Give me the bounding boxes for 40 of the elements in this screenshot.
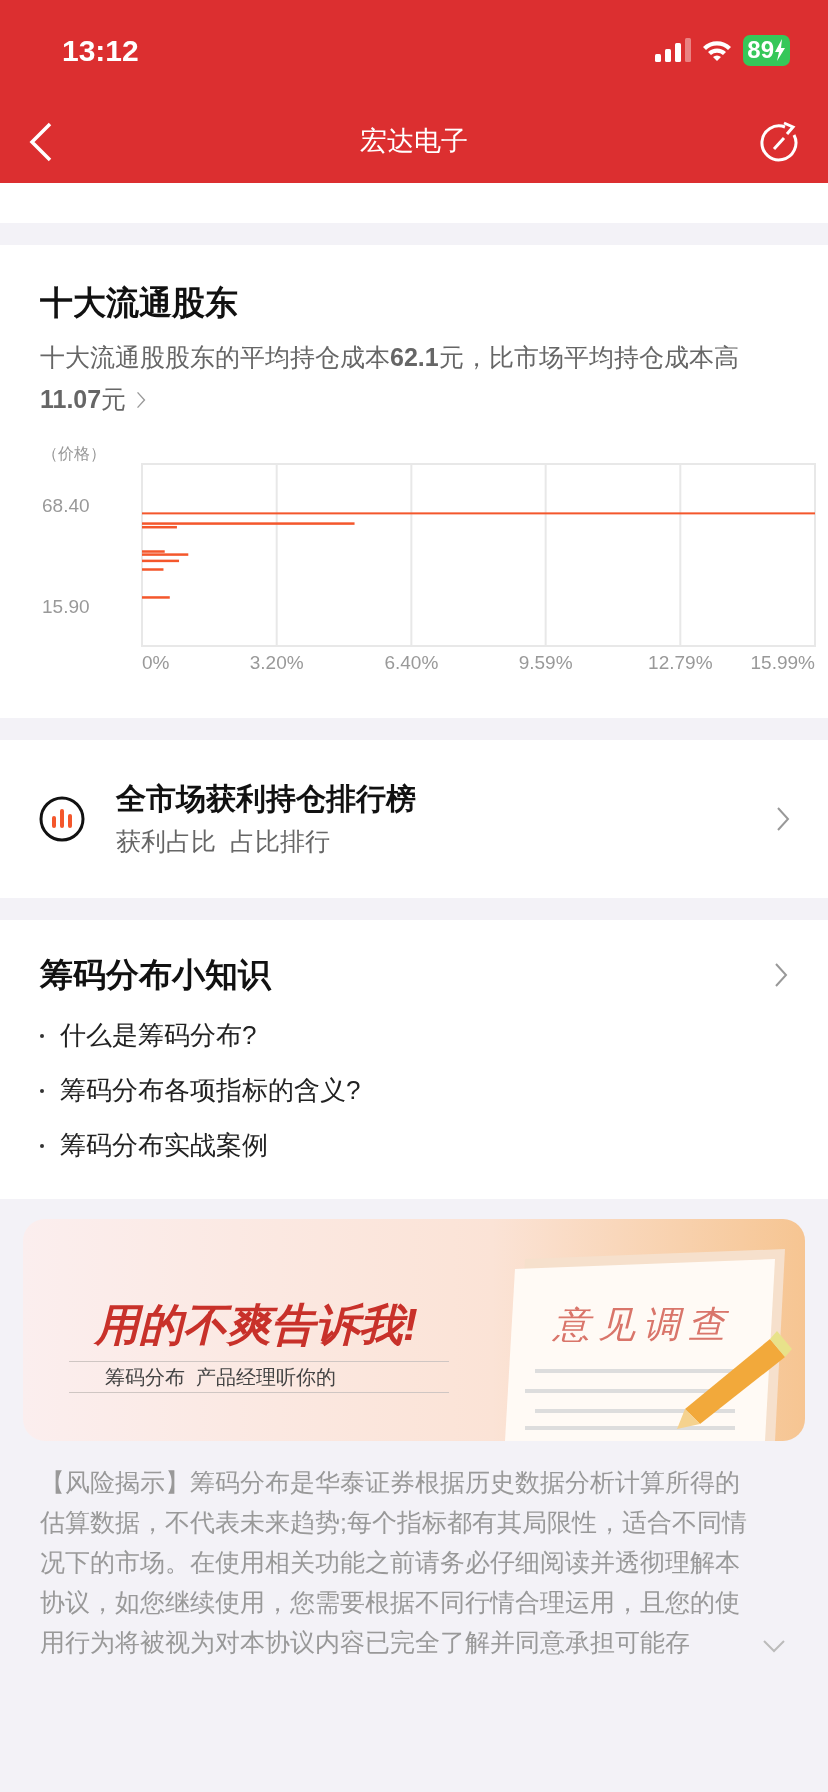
axis-tick-label: 9.59%: [518, 652, 573, 674]
chart-bar: [142, 559, 180, 563]
knowledge-link[interactable]: 筹码分布各项指标的含义?: [60, 1071, 361, 1110]
bullet-icon: [40, 1088, 44, 1093]
axis-tick-label: 0%: [142, 652, 170, 674]
survey-banner[interactable]: 用的不爽告诉我! 筹码分布 产品经理听你的 意见调查: [23, 1219, 805, 1441]
banner-headline: 用的不爽告诉我!: [95, 1299, 418, 1351]
signal-icon: [655, 38, 692, 62]
banner-tagline: 筹码分布 产品经理听你的: [105, 1365, 337, 1390]
chevron-right-icon: [136, 391, 147, 409]
ranking-subtitle: 获利占比 占比排行: [116, 826, 331, 857]
risk-disclaimer: 【风险揭示】筹码分布是华泰证券根据历史数据分析计算所得的估算数据，不代表未来趋势;每个指标都有其局限性，适合不同情况下的市场。在使用相关功能之前请务必仔细阅读并透彻理解本协议，如您继续使用，您需要根据不同行情合理运用，且您的使用行为将被视为对本协议内容已完全了解并同意承担可能存: [40, 1468, 748, 1658]
knowledge-link[interactable]: 什么是筹码分布?: [60, 1016, 257, 1055]
axis-tick-label: 3.20%: [249, 652, 304, 674]
axis-tick-label: 6.40%: [384, 652, 439, 674]
knowledge-link[interactable]: 筹码分布实战案例: [60, 1126, 268, 1165]
axis-tick-label: 15.90: [42, 595, 90, 618]
section-title: 筹码分布小知识: [40, 955, 271, 995]
ranking-card[interactable]: 全市场获利持仓排行榜 获利占比 占比排行: [0, 740, 828, 898]
axis-tick-label: 15.99%: [750, 652, 815, 674]
chevron-right-icon: [774, 962, 788, 988]
cost-summary[interactable]: 十大流通股股东的平均持仓成本62.1元，比市场平均持仓成本高11.07元: [40, 336, 755, 420]
axis-tick-label: 12.79%: [648, 652, 713, 674]
chart-bar: [142, 596, 170, 599]
survey-label: 意见调查: [553, 1303, 733, 1347]
axis-tick-label: 68.40: [42, 495, 90, 518]
bar-chart-icon: [38, 795, 86, 843]
bullet-icon: [40, 1143, 44, 1148]
ranking-title: 全市场获利持仓排行榜: [116, 781, 417, 817]
section-title: 十大流通股东: [40, 283, 239, 323]
battery-level: 89: [747, 35, 774, 65]
chart-bar: [142, 568, 164, 571]
page-title: 宏达电子: [360, 125, 468, 159]
wifi-icon: [701, 38, 734, 62]
axis-label: （价格）: [42, 444, 106, 464]
status-time: 13:12: [62, 32, 139, 69]
chevron-right-icon: [776, 806, 790, 832]
refresh-button[interactable]: [758, 120, 800, 163]
bullet-icon: [40, 1033, 44, 1038]
charging-bolt-icon: [774, 39, 786, 61]
